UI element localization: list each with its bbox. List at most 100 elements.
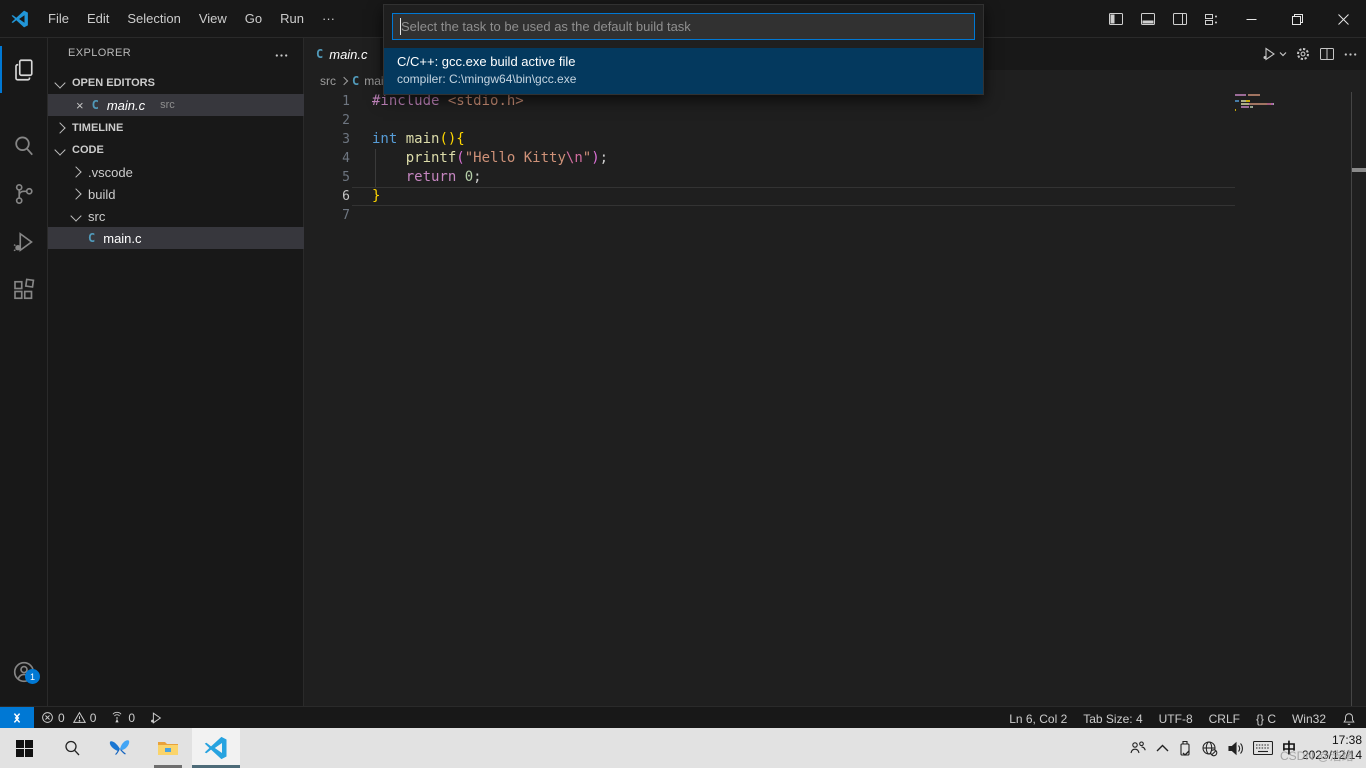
remote-indicator[interactable] xyxy=(0,707,34,728)
code-token: ( xyxy=(456,150,464,166)
butterfly-app-icon[interactable] xyxy=(96,728,144,768)
network-globe-icon[interactable] xyxy=(1201,740,1218,757)
status-encoding[interactable]: UTF-8 xyxy=(1151,708,1201,729)
start-button[interactable] xyxy=(0,728,48,768)
minimize-button[interactable] xyxy=(1228,0,1274,38)
hidden-icons-chevron[interactable] xyxy=(1156,744,1169,752)
task-option-label: C/C++: gcc.exe build active file xyxy=(397,52,983,71)
code-token: printf xyxy=(406,150,457,166)
code-token: main xyxy=(406,131,440,147)
taskbar-search-icon[interactable] xyxy=(48,728,96,768)
line-number: 5 xyxy=(304,168,350,187)
run-or-debug-button[interactable] xyxy=(1261,46,1287,62)
ime-indicator[interactable]: 中 xyxy=(1282,738,1296,758)
workspace-folder-label: CODE xyxy=(72,144,104,156)
window-controls xyxy=(1100,0,1366,38)
code-token: ) xyxy=(591,150,599,166)
code-token: int xyxy=(372,131,397,147)
code-token: (){ xyxy=(439,131,464,147)
line-number: 3 xyxy=(304,130,350,149)
notifications-bell-icon[interactable] xyxy=(1334,708,1364,729)
tree-item-vscode[interactable]: .vscode xyxy=(48,161,327,183)
extensions-icon[interactable] xyxy=(0,266,48,313)
overview-ruler[interactable] xyxy=(1351,92,1366,706)
tab-main-c[interactable]: C main.c xyxy=(304,38,380,70)
code-line-5: 5 return 0; xyxy=(304,168,1366,187)
menu-item-view[interactable]: View xyxy=(190,0,236,38)
code-folder-header[interactable]: CODE xyxy=(48,139,311,161)
explorer-icon[interactable] xyxy=(0,46,48,93)
editor-group: C main.c src C main xyxy=(304,38,1366,706)
menu-item-go[interactable]: Go xyxy=(236,0,271,38)
tree-item-src[interactable]: src xyxy=(48,205,327,227)
problems-indicator[interactable]: 0 0 xyxy=(34,707,103,728)
code-editor[interactable]: 1#include <stdio.h>23int main(){4 printf… xyxy=(304,92,1366,706)
minimap-line xyxy=(1235,106,1351,108)
overview-cursor-marker xyxy=(1352,168,1366,172)
run-and-debug-icon[interactable] xyxy=(0,218,48,265)
debug-status-icon[interactable] xyxy=(142,707,170,728)
clock-date: 2023/12/14 xyxy=(1302,748,1362,763)
tree-item-label: build xyxy=(88,187,115,202)
code-token: \n xyxy=(566,150,583,166)
chevron-right-icon xyxy=(70,166,81,177)
split-editor-icon[interactable] xyxy=(1319,46,1335,62)
explorer-more-actions-icon[interactable] xyxy=(274,48,289,63)
code-line-text: int main(){ xyxy=(350,130,465,149)
task-option-gcc-build[interactable]: C/C++: gcc.exe build active file compile… xyxy=(384,48,983,94)
volume-icon[interactable] xyxy=(1227,741,1244,756)
code-line-3: 3int main(){ xyxy=(304,130,1366,149)
windows-taskbar: 中 17:38 2023/12/14 xyxy=(0,728,1366,768)
close-editor-icon[interactable]: × xyxy=(76,98,84,113)
menu-item-[interactable]: ··· xyxy=(313,0,344,38)
status-platform[interactable]: Win32 xyxy=(1284,708,1334,729)
tree-item-label: src xyxy=(88,209,105,224)
statusbar-right: Ln 6, Col 2Tab Size: 4UTF-8CRLF{} CWin32 xyxy=(1001,708,1364,729)
tree-item-mainc[interactable]: Cmain.c xyxy=(48,227,343,249)
open-editor-main-c[interactable]: × C main.c src xyxy=(48,94,331,116)
tree-item-build[interactable]: build xyxy=(48,183,327,205)
source-control-icon[interactable] xyxy=(0,170,48,217)
usb-tray-icon[interactable] xyxy=(1178,740,1192,757)
menu-item-file[interactable]: File xyxy=(39,0,78,38)
code-line-text xyxy=(350,206,372,225)
configure-gear-icon[interactable] xyxy=(1295,46,1311,62)
breadcrumb-folder[interactable]: src xyxy=(320,74,336,88)
menu-item-run[interactable]: Run xyxy=(271,0,313,38)
tab-label: main.c xyxy=(329,47,367,62)
warning-count: 0 xyxy=(90,711,97,725)
status-bar: 0 0 0 Ln 6, Col 2Tab Size: 4UTF-8CRLF{} … xyxy=(0,706,1366,728)
taskbar-clock[interactable]: 17:38 2023/12/14 xyxy=(1302,733,1362,763)
timeline-header[interactable]: TIMELINE xyxy=(48,117,311,139)
menu-item-edit[interactable]: Edit xyxy=(78,0,118,38)
touch-keyboard-icon[interactable] xyxy=(1253,741,1273,755)
menu-item-selection[interactable]: Selection xyxy=(118,0,189,38)
open-editors-label: OPEN EDITORS xyxy=(72,77,155,89)
code-token: return xyxy=(406,169,457,185)
file-explorer-icon[interactable] xyxy=(144,728,192,768)
status-tab-size[interactable]: Tab Size: 4 xyxy=(1075,708,1150,729)
toggle-secondary-sidebar-icon[interactable] xyxy=(1164,0,1196,38)
toggle-primary-sidebar-icon[interactable] xyxy=(1100,0,1132,38)
status-eol[interactable]: CRLF xyxy=(1201,708,1248,729)
account-icon[interactable] xyxy=(0,648,48,695)
close-window-button[interactable] xyxy=(1320,0,1366,38)
code-line-4: 4 printf("Hello Kitty\n"); xyxy=(304,149,1366,168)
customize-layout-icon[interactable] xyxy=(1196,0,1228,38)
toggle-panel-icon[interactable] xyxy=(1132,0,1164,38)
chevron-right-icon xyxy=(70,188,81,199)
editor-more-actions-icon[interactable] xyxy=(1343,47,1358,62)
minimap-line xyxy=(1235,109,1351,111)
restore-button[interactable] xyxy=(1274,0,1320,38)
minimap[interactable] xyxy=(1235,94,1351,115)
c-file-icon: C xyxy=(316,47,323,61)
ports-indicator[interactable]: 0 xyxy=(103,707,142,728)
open-editors-header[interactable]: OPEN EDITORS xyxy=(48,72,311,94)
status-cursor-position[interactable]: Ln 6, Col 2 xyxy=(1001,708,1075,729)
task-search-input[interactable] xyxy=(392,13,975,40)
search-icon[interactable] xyxy=(0,122,48,169)
status-language-mode[interactable]: {} C xyxy=(1248,708,1284,729)
taskbar-vscode-icon[interactable] xyxy=(192,728,240,768)
people-tray-icon[interactable] xyxy=(1129,740,1147,756)
line-number: 4 xyxy=(304,149,350,168)
